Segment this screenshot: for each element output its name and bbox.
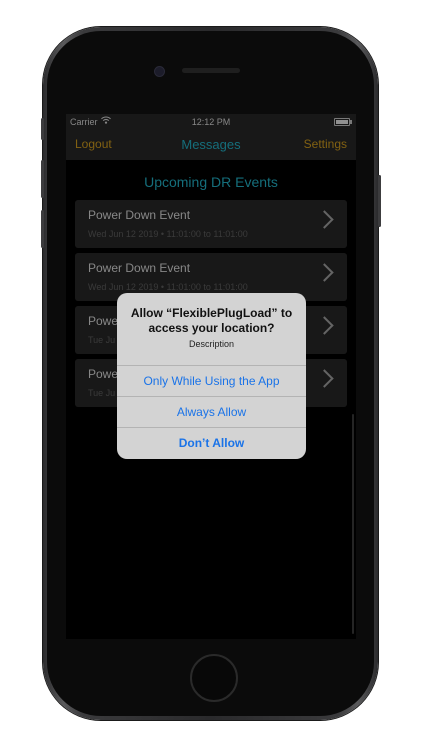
home-button[interactable]	[190, 654, 238, 702]
volume-down-button	[41, 210, 44, 248]
dont-allow-button[interactable]: Don’t Allow	[117, 427, 306, 459]
location-permission-alert: Allow “FlexiblePlugLoad” to access your …	[117, 293, 306, 459]
alert-message: Description	[188, 339, 235, 349]
power-button	[378, 175, 381, 227]
mute-switch	[41, 118, 44, 140]
app-screen: Carrier 12:12 PM Logout Messages Setting…	[66, 114, 356, 639]
earpiece-speaker	[182, 68, 240, 73]
front-camera	[154, 66, 165, 77]
always-allow-button[interactable]: Always Allow	[117, 396, 306, 428]
alert-title: Allow “FlexiblePlugLoad” to access your …	[130, 306, 293, 335]
volume-up-button	[41, 160, 44, 198]
allow-while-using-button[interactable]: Only While Using the App	[117, 365, 306, 397]
